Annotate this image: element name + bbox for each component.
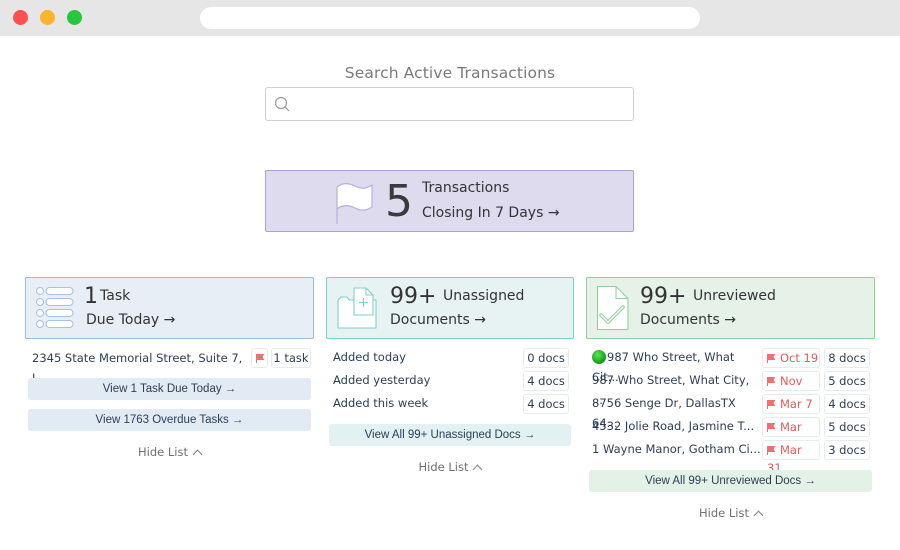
unreviewed-documents-card[interactable]: 99+ Unreviewed Documents → (586, 277, 875, 339)
flag-icon (767, 400, 775, 409)
chevron-up-icon (753, 510, 764, 521)
doc-count-badge[interactable]: 3 docs (824, 440, 870, 460)
unreviewed-hide-list-toggle[interactable]: Hide List (589, 506, 872, 521)
search-box[interactable] (265, 87, 634, 121)
task-flag-badge (251, 348, 268, 368)
view-overdue-tasks-button[interactable]: View 1763 Overdue Tasks → (28, 409, 311, 431)
unreviewed-documents-link[interactable]: Documents → (640, 312, 736, 328)
unassigned-item-label: Added yesterday (333, 373, 431, 387)
status-dot-icon (592, 350, 606, 364)
view-unassigned-docs-button[interactable]: View All 99+ Unassigned Docs → (329, 424, 571, 446)
doc-count-badge[interactable]: 5 docs (824, 417, 870, 437)
unreviewed-list-item[interactable]: 1 Wayne Manor, Gotham Ci... (592, 439, 762, 459)
tasks-count: 1 (84, 284, 98, 309)
chevron-up-icon (192, 449, 203, 460)
doc-count-badge[interactable]: 4 docs (824, 394, 870, 414)
tasks-count-label: Task (100, 288, 131, 304)
closing-date-badge: Mar 31 (762, 440, 820, 475)
unassigned-count: 99+ (390, 284, 437, 309)
search-icon (274, 96, 290, 112)
tasks-hide-list-toggle[interactable]: Hide List (28, 445, 311, 460)
closing-date-badge: Mar 7 (762, 394, 820, 414)
unassigned-item-badge[interactable]: 4 docs (523, 394, 569, 414)
view-unreviewed-docs-button[interactable]: View All 99+ Unreviewed Docs → (589, 470, 872, 492)
closing-label: Transactions (422, 180, 510, 196)
closing-count: 5 (385, 176, 413, 227)
hide-list-label: Hide List (699, 506, 749, 520)
unassigned-item-badge[interactable]: 0 docs (523, 348, 569, 368)
closing-date-badge: Nov 16 (762, 371, 820, 406)
flag-icon (767, 446, 775, 455)
tasks-due-link[interactable]: Due Today → (86, 312, 175, 328)
hide-list-label: Hide List (138, 445, 188, 459)
doc-count-badge[interactable]: 5 docs (824, 371, 870, 391)
view-tasks-due-today-button[interactable]: View 1 Task Due Today → (28, 378, 311, 400)
task-list-item[interactable]: 2345 State Memorial Street, Suite 7, L..… (32, 348, 247, 385)
unassigned-item-label: Added today (333, 350, 406, 364)
minimize-window-button[interactable] (40, 10, 55, 25)
unreviewed-list-item[interactable]: 8756 Senge Dr, DallasTX 64... (592, 393, 762, 430)
closing-date-badge: Mar 23 (762, 417, 820, 452)
search-label: Search Active Transactions (344, 64, 556, 82)
window-titlebar (0, 0, 900, 36)
closing-date: Mar 7 (780, 397, 813, 411)
closing-link[interactable]: Closing In 7 Days → (422, 205, 560, 221)
unreviewed-list-item[interactable]: 987 Who Street, What Cit... (592, 347, 762, 384)
chevron-up-icon (473, 464, 483, 475)
task-count-badge: 1 task (271, 348, 311, 368)
flag-icon (767, 377, 775, 386)
maximize-window-button[interactable] (67, 10, 82, 25)
unassigned-hide-list-toggle[interactable]: Hide List (329, 460, 571, 475)
search-input[interactable] (296, 88, 626, 120)
unreviewed-address: 1 Wayne Manor, Gotham Ci... (592, 442, 761, 456)
closing-transactions-banner[interactable]: 5 Transactions Closing In 7 Days → (265, 170, 634, 232)
closing-date: Oct 19 (780, 351, 819, 365)
closing-date-badge: Oct 19 (762, 348, 820, 368)
hide-list-label: Hide List (418, 460, 469, 474)
unassigned-item-badge[interactable]: 4 docs (523, 371, 569, 391)
unreviewed-list-item[interactable]: 987 Who Street, What City, ... (592, 370, 762, 407)
task-list-icon (35, 286, 74, 329)
unreviewed-count-label: Unreviewed (693, 288, 776, 304)
doc-count-badge[interactable]: 8 docs (824, 348, 870, 368)
address-bar[interactable] (200, 7, 700, 29)
document-check-icon (596, 285, 629, 331)
close-window-button[interactable] (13, 10, 28, 25)
unreviewed-list-item[interactable]: 4532 Jolie Road, Jasmine T... (592, 416, 762, 436)
unassigned-item-label: Added this week (333, 396, 429, 410)
unassigned-count-label: Unassigned (443, 288, 525, 304)
folder-add-document-icon (337, 287, 377, 329)
flag-icon (767, 423, 775, 432)
flag-icon (336, 182, 373, 224)
unreviewed-address: 4532 Jolie Road, Jasmine T... (592, 419, 755, 433)
unassigned-documents-card[interactable]: 99+ Unassigned Documents → (326, 277, 574, 339)
tasks-due-card[interactable]: 1 Task Due Today → (25, 277, 314, 339)
flag-icon (255, 354, 264, 363)
unreviewed-count: 99+ (640, 284, 687, 309)
unassigned-documents-link[interactable]: Documents → (390, 312, 486, 328)
flag-icon (767, 354, 775, 363)
